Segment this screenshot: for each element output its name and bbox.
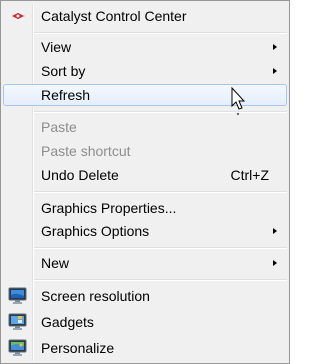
menu-item-undo-delete[interactable]: Undo Delete Ctrl+Z	[3, 164, 287, 186]
menu-item-sort-by[interactable]: Sort by	[3, 60, 287, 82]
menu-item-label: Personalize	[41, 340, 115, 356]
menu-item-view[interactable]: View	[3, 36, 287, 58]
menu-item-label: Refresh	[41, 87, 91, 103]
menu-item-label: Graphics Options	[41, 223, 150, 239]
menu-item-label: Undo Delete	[41, 167, 119, 183]
menu-item-label: New	[41, 255, 70, 271]
menu-separator	[34, 32, 287, 33]
menu-item-label: Graphics Properties...	[41, 200, 177, 216]
menu-separator	[34, 191, 287, 192]
menu-item-graphics-properties[interactable]: Graphics Properties...	[3, 197, 287, 219]
personalize-icon	[8, 339, 27, 356]
menu-item-personalize[interactable]: Personalize	[3, 337, 287, 359]
submenu-arrow-icon	[273, 68, 277, 74]
menu-item-screen-resolution[interactable]: Screen resolution	[3, 285, 287, 307]
menu-item-new[interactable]: New	[3, 252, 287, 274]
menu-item-label: Paste shortcut	[41, 143, 131, 159]
menu-item-label: Gadgets	[41, 314, 94, 330]
gadgets-icon	[8, 313, 27, 330]
menu-item-shortcut: Ctrl+Z	[230, 167, 270, 183]
menu-item-paste-shortcut[interactable]: Paste shortcut	[3, 140, 287, 162]
menu-item-label: View	[41, 39, 72, 55]
menu-item-catalyst-control-center[interactable]: Catalyst Control Center	[3, 5, 287, 27]
submenu-arrow-icon	[273, 228, 277, 234]
mouse-pointer-icon	[231, 87, 246, 116]
ati-catalyst-icon	[12, 13, 24, 19]
menu-separator	[34, 247, 287, 248]
submenu-arrow-icon	[273, 260, 277, 266]
menu-item-label: Paste	[41, 119, 77, 135]
submenu-arrow-icon	[273, 44, 277, 50]
desktop-context-menu: Catalyst Control Center View Sort by Ref…	[0, 0, 290, 364]
menu-separator	[34, 279, 287, 280]
menu-item-label: Screen resolution	[41, 288, 150, 304]
menu-item-label: Catalyst Control Center	[41, 8, 187, 24]
menu-item-graphics-options[interactable]: Graphics Options	[3, 220, 287, 242]
menu-item-gadgets[interactable]: Gadgets	[3, 311, 287, 333]
menu-separator	[34, 111, 287, 112]
menu-item-label: Sort by	[41, 63, 86, 79]
menu-item-paste[interactable]: Paste	[3, 116, 287, 138]
monitor-icon	[8, 287, 27, 304]
